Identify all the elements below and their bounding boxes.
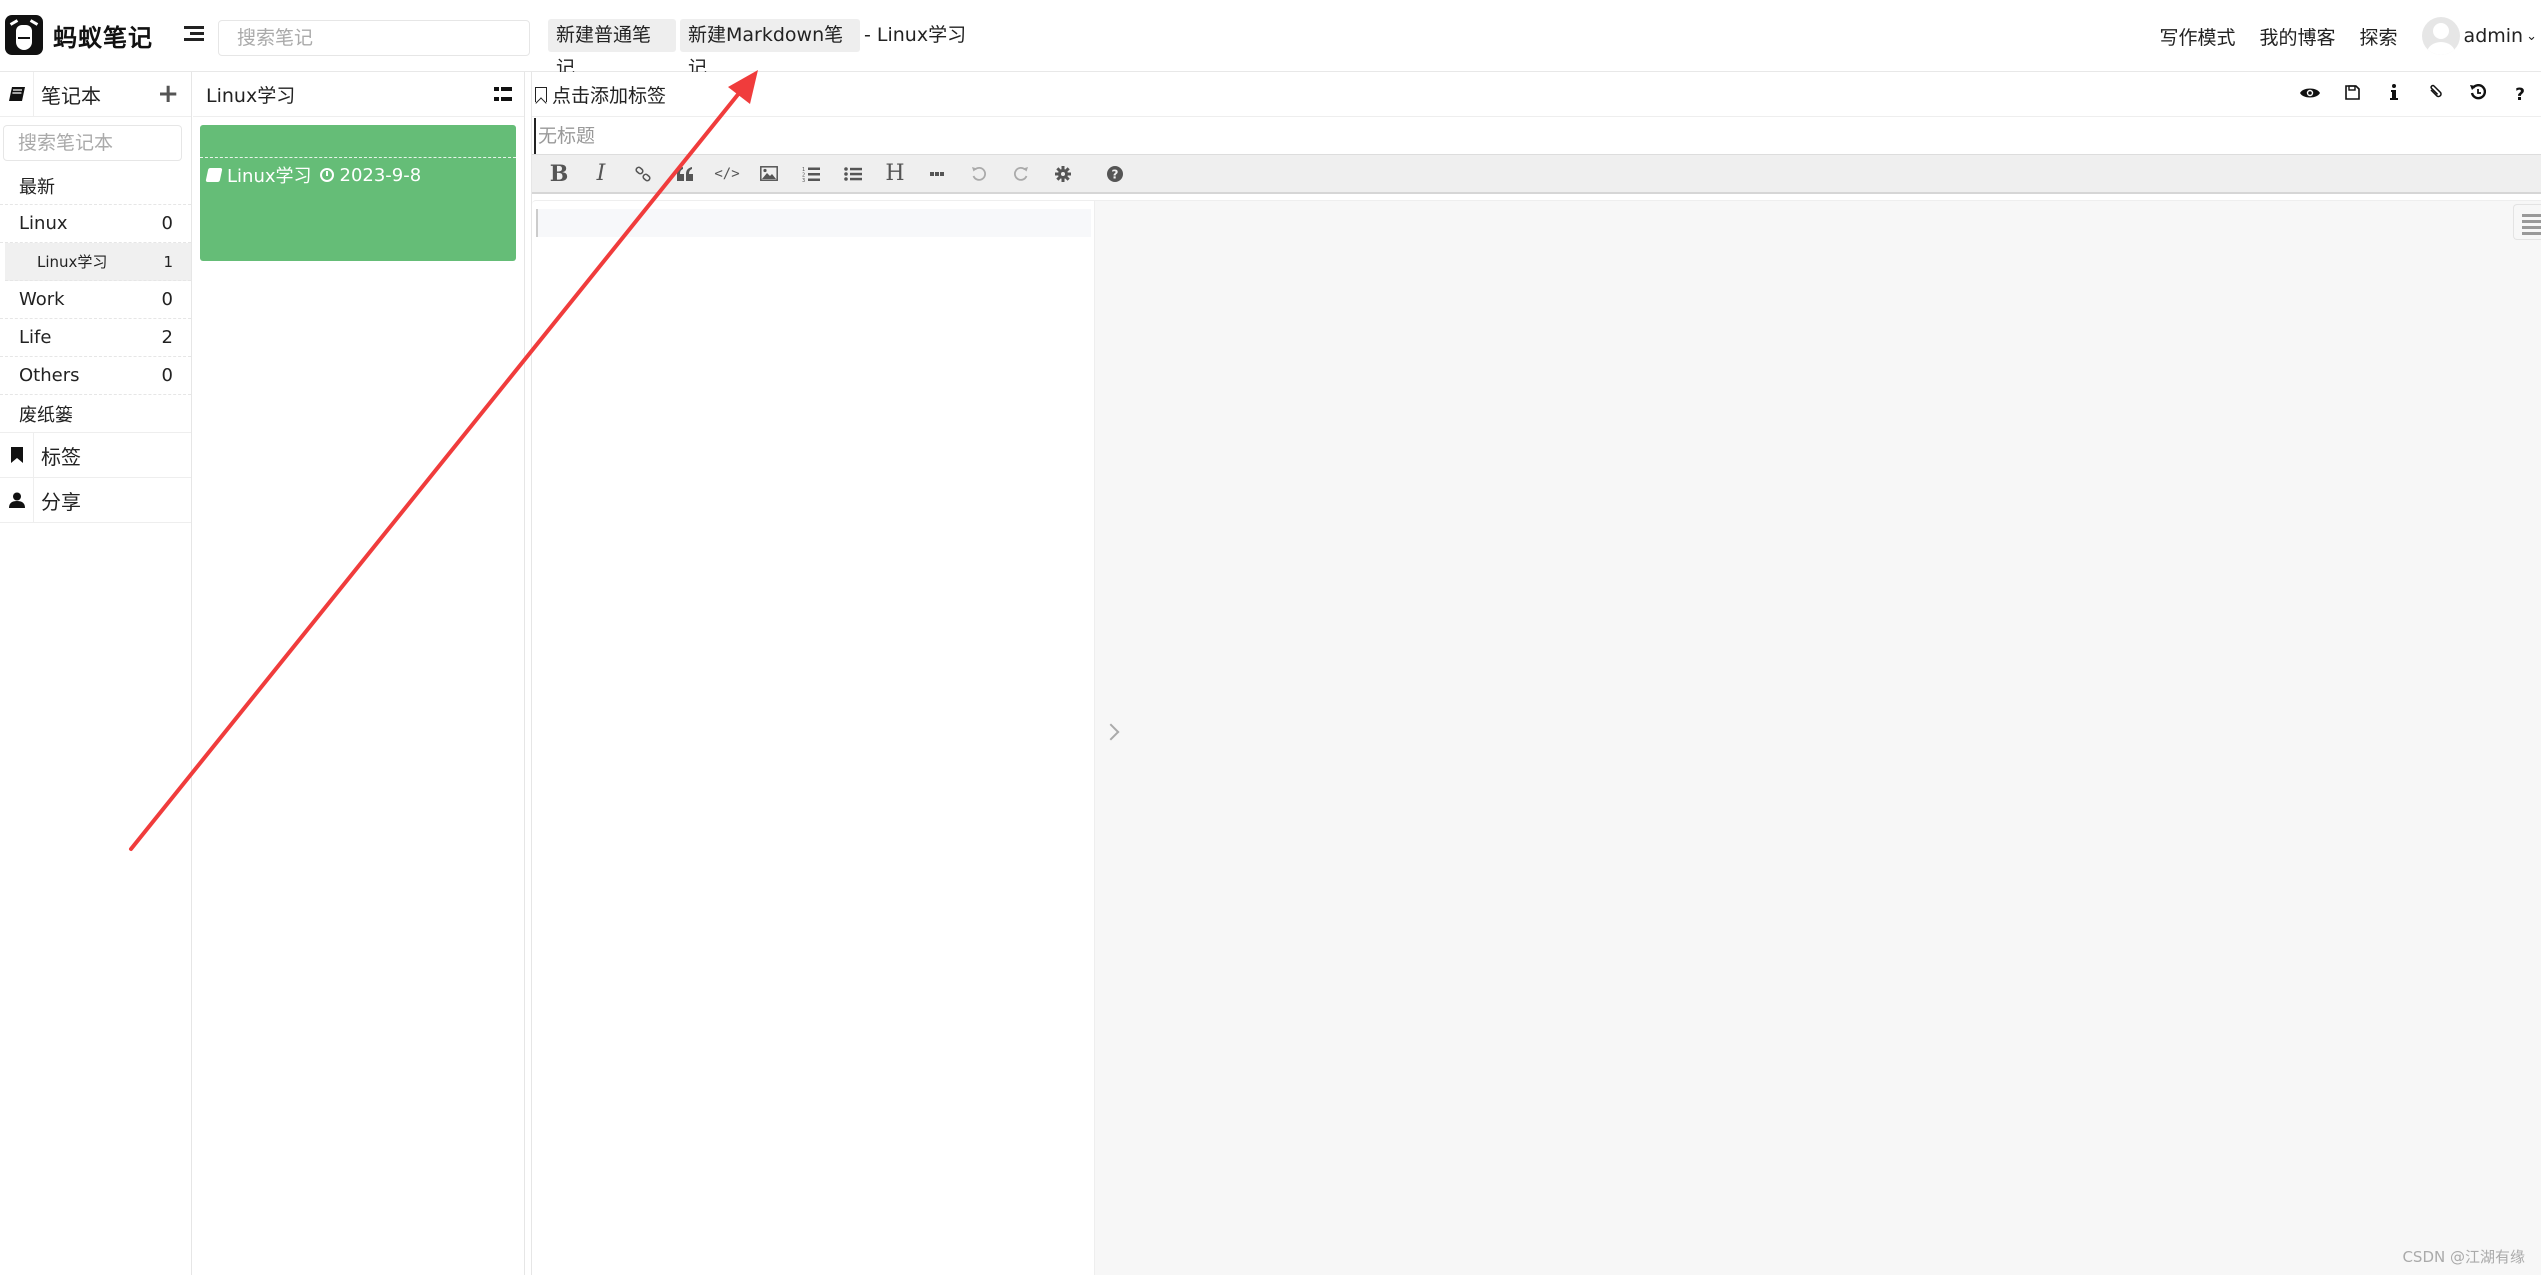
active-line — [536, 209, 1091, 237]
italic-icon[interactable]: I — [580, 156, 622, 192]
tag-bar: 点击添加标签 ? — [532, 72, 2541, 117]
new-markdown-note-button[interactable]: 新建Markdown笔记 — [680, 19, 860, 79]
redo-icon[interactable] — [1000, 156, 1042, 192]
watermark: CSDN @江湖有缘 — [2402, 1248, 2525, 1266]
sidebar-toggle-icon[interactable] — [184, 26, 204, 44]
notebook-count: 0 — [161, 365, 173, 386]
attachment-icon[interactable] — [2415, 84, 2457, 105]
info-icon[interactable] — [2373, 84, 2415, 105]
note-meta: Linux学习 2023-9-8 — [205, 162, 422, 188]
note-list-title: Linux学习 — [206, 84, 296, 107]
svg-text:?: ? — [1112, 167, 1119, 181]
link-icon[interactable] — [622, 156, 664, 192]
notebook-name: Work — [19, 289, 65, 310]
add-notebook-button[interactable]: + — [157, 79, 179, 109]
notebook-count: 0 — [161, 213, 173, 234]
save-icon[interactable] — [2331, 84, 2373, 105]
my-blog-link[interactable]: 我的博客 — [2260, 23, 2336, 50]
sidebar-item-label: 废纸篓 — [19, 404, 73, 426]
book-icon — [205, 168, 223, 182]
eye-icon[interactable] — [2289, 85, 2331, 105]
markdown-source-editor[interactable] — [532, 200, 1095, 1275]
sidebar-item-trash[interactable]: 废纸篓 — [0, 395, 191, 433]
notebook-count: 0 — [161, 289, 173, 310]
add-tag-button[interactable]: 点击添加标签 — [535, 81, 666, 108]
search-notes-input[interactable] — [218, 20, 530, 56]
notebook-search-input[interactable] — [3, 125, 182, 161]
explore-link[interactable]: 探索 — [2360, 23, 2398, 50]
avatar[interactable] — [2421, 17, 2460, 55]
code-icon[interactable]: </> — [706, 156, 748, 192]
notebook-item-life[interactable]: Life 2 — [0, 319, 191, 357]
user-icon — [0, 477, 34, 523]
markdown-toolbar: B I </> 123 H ? — [532, 155, 2541, 194]
horizontal-rule-icon[interactable] — [916, 156, 958, 192]
image-icon[interactable] — [748, 156, 790, 192]
notebook-item-linux[interactable]: Linux 0 — [0, 205, 191, 243]
editor-pane: 点击添加标签 ? B I — [532, 72, 2541, 1275]
bookmark-outline-icon — [535, 86, 547, 102]
markdown-editor-body — [532, 196, 2541, 1275]
unordered-list-icon[interactable] — [832, 156, 874, 192]
user-name[interactable]: admin — [2464, 25, 2524, 47]
divider — [200, 157, 516, 158]
clock-icon — [319, 168, 334, 182]
ant-logo-icon — [5, 15, 43, 55]
note-list-header: Linux学习 — [193, 72, 524, 117]
notebook-item-others[interactable]: Others 0 — [0, 357, 191, 395]
notebook-name: Others — [19, 365, 80, 386]
help-icon[interactable]: ? — [2499, 85, 2541, 105]
app-name: 蚂蚁笔记 — [53, 23, 153, 52]
bold-icon[interactable]: B — [538, 156, 580, 192]
sidebar-item-label: 最新 — [19, 176, 55, 198]
ordered-list-icon[interactable]: 123 — [790, 156, 832, 192]
chevron-right-icon[interactable] — [1102, 723, 1120, 741]
note-item[interactable]: Linux学习 2023-9-8 — [200, 125, 516, 261]
notebook-item-work[interactable]: Work 0 — [0, 281, 191, 319]
notebook-name: Linux学习 — [37, 253, 108, 271]
sidebar-item-tags[interactable]: 标签 — [0, 432, 191, 478]
settings-gear-icon[interactable] — [1042, 156, 1084, 192]
bookmark-icon — [0, 432, 34, 478]
undo-icon[interactable] — [958, 156, 1000, 192]
notebooks-title: 笔记本 — [41, 83, 101, 108]
notebook-count: 2 — [161, 327, 173, 348]
note-date: 2023-9-8 — [339, 164, 422, 186]
note-list: Linux学习 Linux学习 2023-9-8 — [193, 72, 525, 1275]
notebook-name: Linux — [19, 213, 68, 234]
top-header: 蚂蚁笔记 新建普通笔记 新建Markdown笔记 - Linux学习 写作模式 … — [0, 0, 2541, 79]
title-row — [532, 117, 2541, 155]
top-links: 写作模式 我的博客 探索 admin ⌄ — [2160, 16, 2541, 56]
chevron-down-icon[interactable]: ⌄ — [2526, 29, 2537, 44]
writing-mode-link[interactable]: 写作模式 — [2160, 23, 2236, 50]
notebook-name: Life — [19, 327, 52, 348]
quote-icon[interactable] — [664, 156, 706, 192]
list-view-icon[interactable] — [494, 87, 512, 101]
current-notebook-label: - Linux学习 — [864, 24, 967, 46]
add-tag-label: 点击添加标签 — [552, 84, 667, 107]
history-icon[interactable] — [2457, 83, 2499, 105]
sidebar-item-share[interactable]: 分享 — [0, 477, 191, 523]
notebook-sidebar: 笔记本 + 最新 Linux 0 Linux学习 1 Work 0 Life 2… — [0, 71, 192, 1275]
svg-text:3: 3 — [802, 178, 805, 182]
sidebar-item-label: 标签 — [41, 444, 81, 469]
new-normal-note-button[interactable]: 新建普通笔记 — [548, 19, 676, 79]
heading-icon[interactable]: H — [874, 156, 916, 192]
help-circle-icon[interactable]: ? — [1094, 156, 1136, 192]
notebook-item-linux-study[interactable]: Linux学习 1 — [5, 243, 191, 281]
note-title-input[interactable] — [534, 117, 2541, 154]
sidebar-item-label: 分享 — [41, 489, 81, 514]
sidebar-item-latest[interactable]: 最新 — [0, 167, 191, 205]
logo[interactable]: 蚂蚁笔记 — [5, 15, 153, 55]
notebooks-header: 笔记本 + — [0, 71, 191, 117]
book-icon — [0, 71, 34, 117]
markdown-preview — [1095, 200, 2541, 1275]
toc-menu-icon[interactable] — [2513, 204, 2541, 240]
note-actions: ? — [2289, 72, 2541, 117]
notebook-count: 1 — [163, 252, 173, 271]
note-notebook: Linux学习 — [227, 166, 312, 187]
